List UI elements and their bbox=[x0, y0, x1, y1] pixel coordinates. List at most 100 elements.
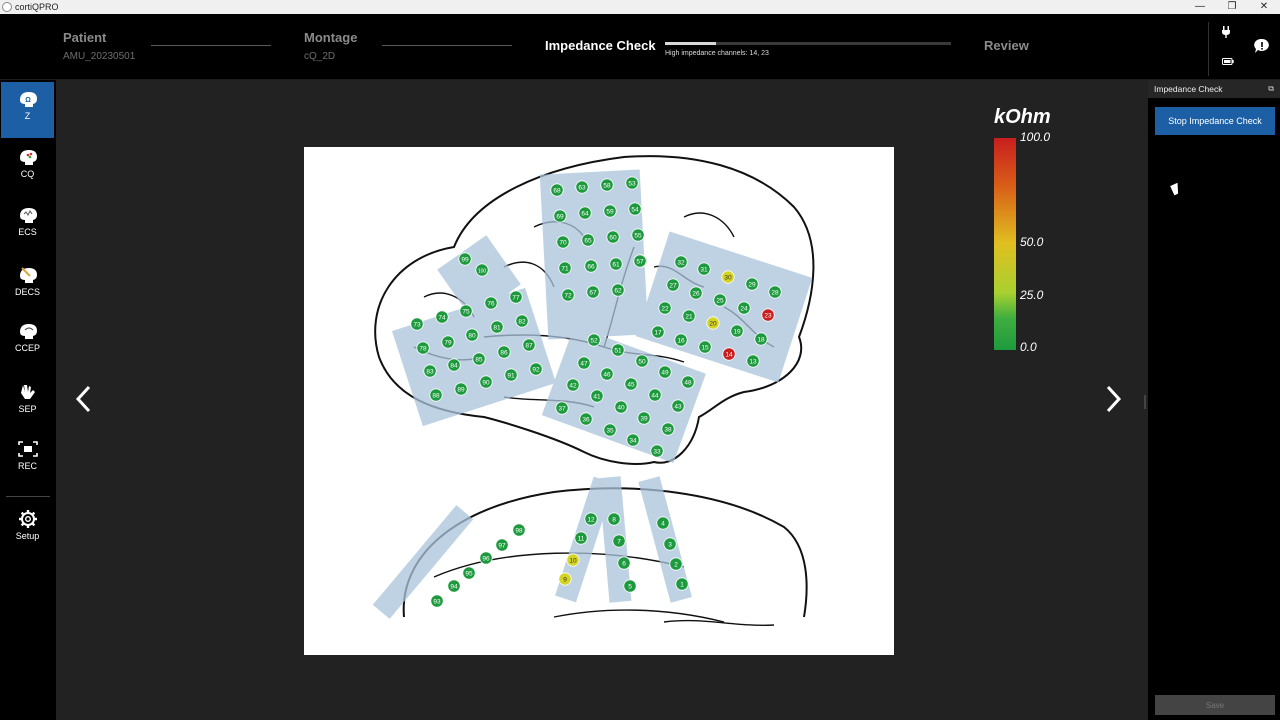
electrode-9[interactable]: 9 bbox=[558, 572, 572, 586]
electrode-41[interactable]: 41 bbox=[590, 389, 604, 403]
electrode-90[interactable]: 90 bbox=[479, 375, 493, 389]
sidebar-item-rec[interactable]: REC bbox=[1, 432, 54, 488]
electrode-95[interactable]: 95 bbox=[462, 566, 476, 580]
minimize-button[interactable]: — bbox=[1184, 0, 1216, 14]
electrode-3[interactable]: 3 bbox=[663, 537, 677, 551]
electrode-6[interactable]: 6 bbox=[617, 556, 631, 570]
electrode-79[interactable]: 79 bbox=[441, 335, 455, 349]
electrode-76[interactable]: 76 bbox=[484, 296, 498, 310]
electrode-94[interactable]: 94 bbox=[447, 579, 461, 593]
plug-icon[interactable] bbox=[1221, 26, 1231, 41]
electrode-21[interactable]: 21 bbox=[682, 309, 696, 323]
stop-impedance-check-button[interactable]: Stop Impedance Check bbox=[1155, 107, 1275, 135]
electrode-92[interactable]: 92 bbox=[529, 362, 543, 376]
electrode-29[interactable]: 29 bbox=[745, 277, 759, 291]
electrode-16[interactable]: 16 bbox=[674, 333, 688, 347]
electrode-34[interactable]: 34 bbox=[626, 433, 640, 447]
electrode-58[interactable]: 58 bbox=[600, 178, 614, 192]
electrode-97[interactable]: 97 bbox=[495, 538, 509, 552]
next-arrow-icon[interactable] bbox=[1104, 385, 1122, 419]
electrode-67[interactable]: 67 bbox=[586, 285, 600, 299]
electrode-71[interactable]: 71 bbox=[558, 261, 572, 275]
sidebar-item-decs[interactable]: DECS bbox=[1, 258, 54, 314]
restore-button[interactable]: ❐ bbox=[1216, 0, 1248, 14]
electrode-2[interactable]: 2 bbox=[669, 557, 683, 571]
electrode-8[interactable]: 8 bbox=[607, 512, 621, 526]
electrode-65[interactable]: 65 bbox=[581, 233, 595, 247]
electrode-75[interactable]: 75 bbox=[459, 304, 473, 318]
electrode-45[interactable]: 45 bbox=[624, 377, 638, 391]
electrode-17[interactable]: 17 bbox=[651, 325, 665, 339]
electrode-27[interactable]: 27 bbox=[666, 278, 680, 292]
electrode-24[interactable]: 24 bbox=[737, 301, 751, 315]
electrode-30[interactable]: 30 bbox=[721, 270, 735, 284]
electrode-18[interactable]: 18 bbox=[754, 332, 768, 346]
electrode-38[interactable]: 38 bbox=[661, 422, 675, 436]
electrode-39[interactable]: 39 bbox=[637, 411, 651, 425]
electrode-73[interactable]: 73 bbox=[410, 317, 424, 331]
electrode-70[interactable]: 70 bbox=[556, 235, 570, 249]
electrode-14[interactable]: 14 bbox=[722, 347, 736, 361]
electrode-31[interactable]: 31 bbox=[697, 262, 711, 276]
electrode-50[interactable]: 50 bbox=[635, 354, 649, 368]
electrode-11[interactable]: 11 bbox=[574, 531, 588, 545]
electrode-85[interactable]: 85 bbox=[472, 352, 486, 366]
electrode-1[interactable]: 1 bbox=[675, 577, 689, 591]
electrode-28[interactable]: 28 bbox=[768, 285, 782, 299]
electrode-60[interactable]: 60 bbox=[606, 230, 620, 244]
sidebar-item-cq[interactable]: CQ bbox=[1, 140, 54, 196]
electrode-12[interactable]: 12 bbox=[584, 512, 598, 526]
electrode-99[interactable]: 99 bbox=[458, 252, 472, 266]
electrode-98[interactable]: 98 bbox=[512, 523, 526, 537]
sidebar-item-z[interactable]: Ω Z bbox=[1, 82, 54, 138]
step-impedance-check[interactable]: Impedance Check bbox=[545, 38, 656, 53]
electrode-63[interactable]: 63 bbox=[575, 180, 589, 194]
electrode-51[interactable]: 51 bbox=[611, 343, 625, 357]
close-button[interactable]: ✕ bbox=[1248, 0, 1280, 14]
electrode-54[interactable]: 54 bbox=[628, 202, 642, 216]
electrode-100[interactable]: 100 bbox=[475, 263, 489, 277]
electrode-44[interactable]: 44 bbox=[648, 388, 662, 402]
electrode-49[interactable]: 49 bbox=[658, 365, 672, 379]
electrode-32[interactable]: 32 bbox=[674, 255, 688, 269]
step-montage[interactable]: Montage cQ_2D bbox=[304, 30, 357, 62]
electrode-64[interactable]: 64 bbox=[578, 206, 592, 220]
electrode-72[interactable]: 72 bbox=[561, 288, 575, 302]
electrode-47[interactable]: 47 bbox=[577, 356, 591, 370]
electrode-96[interactable]: 96 bbox=[479, 551, 493, 565]
electrode-20[interactable]: 20 bbox=[706, 316, 720, 330]
electrode-42[interactable]: 42 bbox=[566, 378, 580, 392]
chat-icon[interactable] bbox=[1254, 38, 1270, 57]
electrode-87[interactable]: 87 bbox=[522, 338, 536, 352]
electrode-53[interactable]: 53 bbox=[625, 176, 639, 190]
panel-splitter[interactable] bbox=[1144, 395, 1146, 409]
electrode-59[interactable]: 59 bbox=[603, 204, 617, 218]
electrode-69[interactable]: 69 bbox=[553, 209, 567, 223]
electrode-89[interactable]: 89 bbox=[454, 382, 468, 396]
electrode-52[interactable]: 52 bbox=[587, 333, 601, 347]
electrode-22[interactable]: 22 bbox=[658, 301, 672, 315]
electrode-86[interactable]: 86 bbox=[497, 345, 511, 359]
sidebar-item-setup[interactable]: Setup bbox=[1, 502, 54, 558]
electrode-84[interactable]: 84 bbox=[447, 358, 461, 372]
step-review[interactable]: Review bbox=[984, 38, 1029, 53]
electrode-68[interactable]: 68 bbox=[550, 183, 564, 197]
sidebar-item-ecs[interactable]: ECS bbox=[1, 198, 54, 254]
electrode-77[interactable]: 77 bbox=[509, 290, 523, 304]
electrode-62[interactable]: 62 bbox=[611, 283, 625, 297]
electrode-26[interactable]: 26 bbox=[689, 286, 703, 300]
electrode-91[interactable]: 91 bbox=[504, 368, 518, 382]
electrode-80[interactable]: 80 bbox=[465, 328, 479, 342]
electrode-10[interactable]: 10 bbox=[566, 553, 580, 567]
electrode-15[interactable]: 15 bbox=[698, 340, 712, 354]
electrode-36[interactable]: 36 bbox=[579, 412, 593, 426]
electrode-5[interactable]: 5 bbox=[623, 579, 637, 593]
electrode-57[interactable]: 57 bbox=[633, 254, 647, 268]
electrode-46[interactable]: 46 bbox=[600, 367, 614, 381]
electrode-66[interactable]: 66 bbox=[584, 259, 598, 273]
electrode-4[interactable]: 4 bbox=[656, 516, 670, 530]
sidebar-item-ccep[interactable]: CCEP bbox=[1, 314, 54, 370]
electrode-55[interactable]: 55 bbox=[631, 228, 645, 242]
electrode-7[interactable]: 7 bbox=[612, 534, 626, 548]
electrode-83[interactable]: 83 bbox=[423, 364, 437, 378]
